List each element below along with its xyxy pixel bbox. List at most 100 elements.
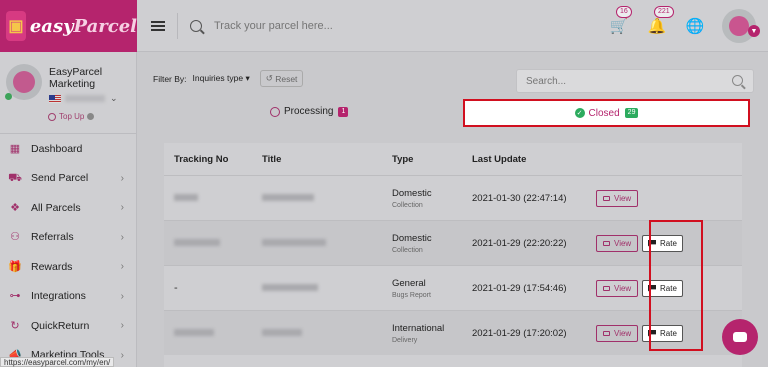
cell-title: [262, 282, 392, 294]
cart-count-badge: 16: [616, 6, 632, 18]
cell-last-update: 2021-01-29 (22:20:22): [472, 237, 567, 249]
account-id-redacted: [65, 95, 105, 102]
rate-highlight-box: [649, 220, 703, 351]
cell-type: General Bugs Report: [392, 277, 431, 299]
chevron-right-icon: ›: [120, 349, 124, 361]
tab-processing[interactable]: Processing 1: [270, 106, 349, 117]
online-status-dot: [5, 93, 12, 100]
view-icon: [603, 285, 610, 291]
sidebar-item-quickreturn[interactable]: ↻ QuickReturn ›: [0, 311, 136, 341]
malaysia-flag-icon: [49, 94, 61, 103]
tab-closed[interactable]: ✓ Closed 29: [463, 99, 750, 127]
sidebar-item-rewards[interactable]: 🎁 Rewards ›: [0, 252, 136, 282]
view-button[interactable]: View: [596, 234, 639, 252]
status-url: https://easyparcel.com/my/en/: [0, 357, 115, 367]
tracking-redacted: [174, 239, 220, 246]
sidebar: EasyParcel Marketing ⌄ Top Up ▦ Dashboard…: [0, 52, 137, 367]
tracking-redacted: [174, 329, 214, 336]
help-icon[interactable]: [87, 113, 95, 120]
menu-icon[interactable]: [151, 19, 165, 33]
cart-icon[interactable]: 🛒 16: [608, 6, 632, 37]
globe-icon[interactable]: 🌐: [684, 15, 706, 37]
cell-title: [262, 327, 392, 339]
view-button[interactable]: View: [596, 324, 639, 342]
track-parcel-input[interactable]: [214, 19, 414, 32]
view-icon: [603, 195, 610, 201]
tracking-redacted: [174, 194, 198, 201]
header-type: Type: [392, 153, 414, 165]
header-title: Title: [262, 153, 282, 165]
brand-name: easyParcel: [29, 15, 137, 37]
view-button[interactable]: View: [596, 189, 639, 207]
chevron-right-icon: ›: [120, 261, 124, 273]
cell-type: International Delivery: [392, 322, 445, 344]
cell-type: Domestic Collection: [392, 232, 432, 254]
sidebar-item-send-parcel[interactable]: ⛟ Send Parcel ›: [0, 164, 136, 194]
cell-last-update: 2021-01-30 (22:47:14): [472, 192, 567, 204]
chat-button[interactable]: [722, 319, 758, 355]
sidebar-item-referrals[interactable]: ⚇ Referrals ›: [0, 223, 136, 253]
closed-count-badge: 29: [624, 108, 639, 118]
parcels-icon: ❖: [10, 201, 20, 214]
chat-icon: [733, 332, 747, 342]
link-icon: ⊶: [9, 290, 21, 303]
reset-button[interactable]: ↺ Reset: [259, 70, 304, 87]
search-icon: [190, 19, 202, 32]
sidebar-item-label: Dashboard: [31, 142, 83, 155]
sidebar-nav: ▦ Dashboard ⛟ Send Parcel › ❖ All Parcels › ⚇ Ref…: [0, 134, 136, 367]
sidebar-item-label: Send Parcel: [31, 172, 89, 185]
cell-title: [262, 237, 392, 249]
chevron-right-icon: ›: [120, 320, 124, 332]
sidebar-item-label: QuickReturn: [31, 319, 90, 332]
topup-link[interactable]: Top Up: [48, 112, 95, 121]
search-box: [516, 69, 754, 93]
profile-name: EasyParcel Marketing: [49, 66, 103, 90]
notification-count-badge: 221: [654, 6, 674, 18]
user-avatar[interactable]: ▼: [722, 9, 760, 43]
processing-count-badge: 1: [338, 106, 349, 117]
divider: [177, 12, 178, 39]
clock-icon: [270, 106, 280, 117]
dashboard-icon: ▦: [9, 142, 21, 155]
view-icon: [603, 240, 610, 246]
search-icon[interactable]: [732, 75, 743, 86]
cell-title: [262, 192, 392, 204]
cell-tracking: [164, 237, 262, 249]
sidebar-item-label: All Parcels: [31, 201, 81, 214]
sidebar-item-all-parcels[interactable]: ❖ All Parcels ›: [0, 193, 136, 223]
title-redacted: [262, 329, 302, 336]
truck-icon: ⛟: [8, 172, 22, 185]
table-row: Domestic Collection 2021-01-30 (22:47:14) V…: [164, 175, 742, 220]
topup-icon: [48, 112, 56, 121]
view-icon: [603, 330, 610, 336]
sidebar-item-integrations[interactable]: ⊶ Integrations ›: [0, 282, 136, 312]
header-tracking-no: Tracking No: [174, 153, 229, 165]
cell-tracking: [164, 192, 262, 204]
profile-card: EasyParcel Marketing ⌄ Top Up: [0, 52, 136, 134]
referral-icon: ⚇: [10, 231, 20, 244]
view-button[interactable]: View: [596, 279, 639, 297]
logo[interactable]: ▣ easyParcel: [0, 0, 137, 52]
top-bar: 🛒16 🔔221 🌐 ▼: [137, 0, 768, 52]
title-redacted: [262, 194, 314, 201]
chevron-right-icon: ›: [120, 202, 124, 214]
cell-tracking: -: [174, 282, 178, 294]
cell-type: Domestic Collection: [392, 187, 432, 209]
table-header: Tracking No Title Type Last Update: [164, 143, 742, 175]
sidebar-item-label: Rewards: [31, 260, 73, 273]
sidebar-item-dashboard[interactable]: ▦ Dashboard: [0, 134, 136, 164]
chevron-right-icon: ›: [120, 290, 124, 302]
cell-last-update: 2021-01-29 (17:54:46): [472, 282, 567, 294]
title-redacted: [262, 284, 318, 291]
header-last-update: Last Update: [472, 153, 527, 165]
chevron-down-icon: ▼: [748, 25, 760, 37]
filter-bar: Filter By: Inquiries type ▾ ↺ Reset: [153, 70, 304, 87]
sidebar-item-label: Referrals: [31, 231, 74, 244]
chevron-down-icon[interactable]: ⌄: [110, 93, 118, 104]
chevron-right-icon: ›: [120, 172, 124, 184]
search-input[interactable]: [526, 75, 726, 87]
parcel-box-icon: ▣: [6, 11, 26, 41]
inquiries-type-select[interactable]: Inquiries type ▾: [193, 73, 250, 84]
cell-tracking: [164, 327, 262, 339]
bell-icon[interactable]: 🔔 221: [646, 6, 674, 37]
